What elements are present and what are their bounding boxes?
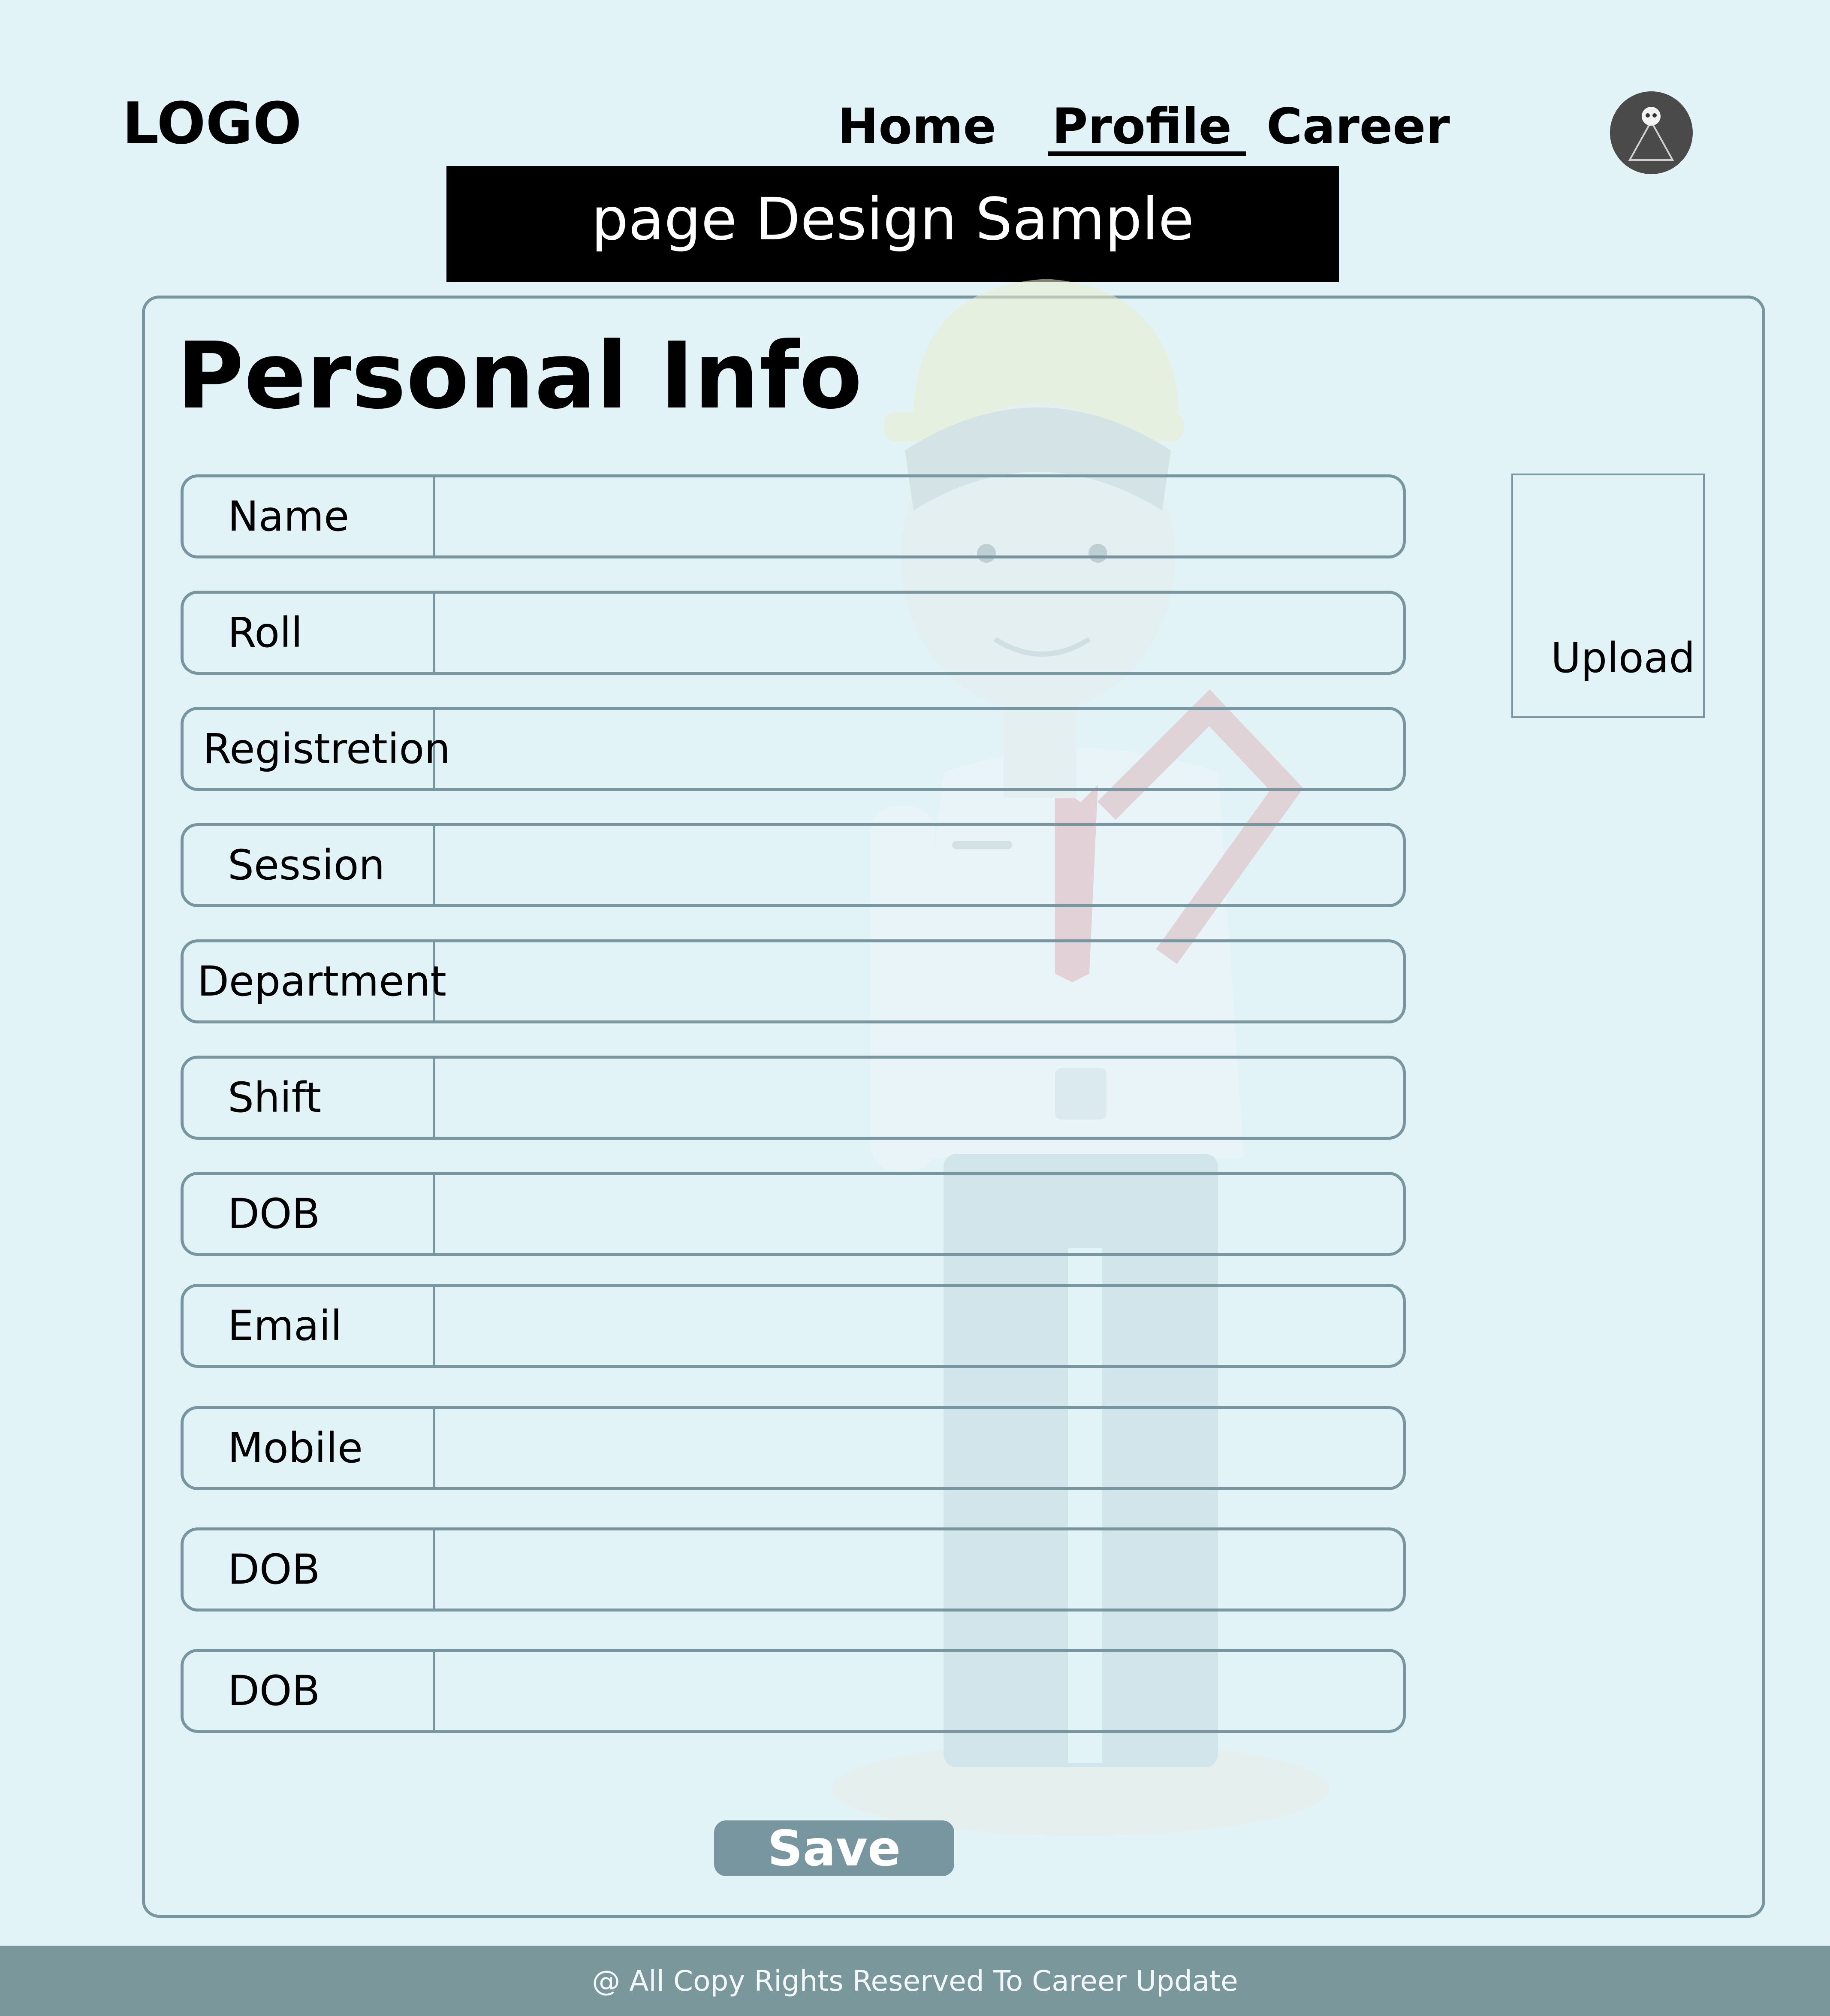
user-avatar-icon[interactable]	[1610, 91, 1693, 174]
form-row-email: Email	[181, 1284, 1406, 1368]
field-label-box: Department	[184, 942, 446, 1020]
field-label: Mobile	[228, 1424, 363, 1472]
department-input[interactable]	[435, 942, 1403, 1020]
field-label-box: DOB	[184, 1530, 435, 1609]
field-label-box: Mobile	[184, 1409, 435, 1487]
field-label: Email	[228, 1302, 342, 1350]
email-input[interactable]	[435, 1287, 1403, 1365]
form-row-registretion: Registretion	[181, 707, 1406, 791]
form-row-mobile: Mobile	[181, 1406, 1406, 1490]
registretion-input[interactable]	[435, 710, 1403, 788]
roll-input[interactable]	[435, 594, 1403, 672]
dob-input-3[interactable]	[435, 1652, 1403, 1730]
field-label: Session	[228, 841, 385, 889]
form-row-dob: DOB	[181, 1172, 1406, 1256]
form-row-name: Name	[181, 474, 1406, 558]
field-label-box: Name	[184, 477, 435, 555]
footer-text: @ All Copy Rights Reserved To Career Upd…	[592, 1964, 1238, 1998]
nav-home[interactable]: Home	[838, 98, 996, 155]
field-label: Department	[197, 957, 446, 1005]
form-row-roll: Roll	[181, 591, 1406, 675]
field-label: Roll	[228, 609, 303, 657]
upload-label: Upload	[1551, 634, 1695, 682]
session-input[interactable]	[435, 826, 1403, 904]
field-label: DOB	[228, 1190, 320, 1238]
field-label: DOB	[228, 1667, 320, 1715]
field-label-box: DOB	[184, 1175, 435, 1253]
form-row-department: Department	[181, 939, 1406, 1023]
mobile-input[interactable]	[435, 1409, 1403, 1487]
page-title: Personal Info	[177, 323, 862, 429]
field-label-box: Shift	[184, 1059, 435, 1137]
field-label-box: Session	[184, 826, 435, 904]
field-label: Shift	[228, 1074, 322, 1122]
footer: @ All Copy Rights Reserved To Career Upd…	[0, 1946, 1830, 2016]
save-button[interactable]: Save	[714, 1820, 954, 1877]
field-label-box: Registretion	[184, 710, 450, 788]
page-banner: page Design Sample	[446, 166, 1339, 282]
dob-input-2[interactable]	[435, 1530, 1403, 1609]
field-label-box: Roll	[184, 594, 435, 672]
photo-upload-box[interactable]: Upload	[1511, 474, 1705, 718]
logo[interactable]: LOGO	[122, 90, 301, 157]
name-input[interactable]	[435, 477, 1403, 555]
shift-input[interactable]	[435, 1059, 1403, 1137]
form-row-dob-2: DOB	[181, 1527, 1406, 1612]
nav-profile[interactable]: Profile	[1052, 98, 1232, 155]
field-label: Name	[228, 492, 350, 540]
form-row-dob-3: DOB	[181, 1649, 1406, 1733]
active-nav-underline	[1048, 151, 1246, 156]
form-row-shift: Shift	[181, 1056, 1406, 1140]
field-label-box: Email	[184, 1287, 435, 1365]
form-row-session: Session	[181, 823, 1406, 907]
field-label: Registretion	[203, 725, 451, 773]
nav-career[interactable]: Career	[1266, 98, 1450, 155]
banner-text: page Design Sample	[591, 186, 1194, 254]
field-label-box: DOB	[184, 1652, 435, 1730]
field-label: DOB	[228, 1545, 320, 1593]
dob-input[interactable]	[435, 1175, 1403, 1253]
